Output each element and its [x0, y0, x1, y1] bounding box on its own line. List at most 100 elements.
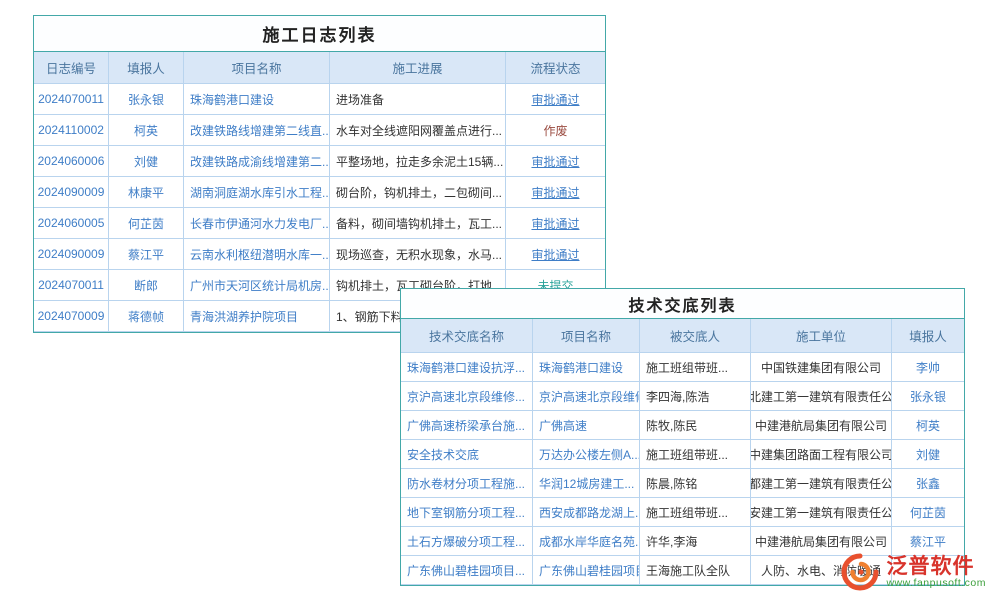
- table-cell[interactable]: 防水卷材分项工程施...: [401, 469, 533, 498]
- table-cell[interactable]: 珠海鹤港口建设抗浮...: [401, 353, 533, 382]
- table-cell[interactable]: 广州市天河区统计局机房...: [184, 270, 330, 301]
- table-cell[interactable]: 2024090009: [34, 177, 109, 208]
- fanpu-brand-url: www.fanpusoft.com: [886, 578, 986, 590]
- table-cell[interactable]: 广佛高速桥梁承台施...: [401, 411, 533, 440]
- table-cell[interactable]: 李帅: [892, 353, 964, 382]
- fanpu-watermark: 泛普软件 www.fanpusoft.com: [840, 552, 986, 592]
- table-cell[interactable]: 张鑫: [892, 469, 964, 498]
- table-cell[interactable]: 湖南洞庭湖水库引水工程...: [184, 177, 330, 208]
- column-header: 项目名称: [184, 52, 330, 84]
- table-cell: 施工班组带班...: [640, 440, 751, 469]
- fanpu-brand-block: 泛普软件 www.fanpusoft.com: [886, 555, 986, 590]
- table-row[interactable]: 2024070011张永银珠海鹤港口建设进场准备审批通过: [34, 84, 605, 115]
- column-header: 技术交底名称: [401, 319, 533, 353]
- column-header: 施工单位: [751, 319, 892, 353]
- table-cell: 河北建工第一建筑有限责任公司: [751, 382, 892, 411]
- table-row[interactable]: 2024060006刘健改建铁路成渝线增建第二...平整场地，拉走多余泥土15辆…: [34, 146, 605, 177]
- column-header: 项目名称: [533, 319, 640, 353]
- table-cell[interactable]: 2024060006: [34, 146, 109, 177]
- table-cell[interactable]: 2024060005: [34, 208, 109, 239]
- table-cell[interactable]: 张永银: [109, 84, 184, 115]
- table-cell[interactable]: 刘健: [109, 146, 184, 177]
- table-cell: 许华,李海: [640, 527, 751, 556]
- table-row[interactable]: 珠海鹤港口建设抗浮...珠海鹤港口建设施工班组带班...中国铁建集团有限公司李帅: [401, 353, 964, 382]
- table-cell: 成都建工第一建筑有限责任公司: [751, 469, 892, 498]
- table-row[interactable]: 2024090009林康平湖南洞庭湖水库引水工程...砌台阶，钩机排土，二包砌间…: [34, 177, 605, 208]
- table-cell[interactable]: 2024070009: [34, 301, 109, 332]
- table-cell: 平整场地，拉走多余泥土15辆...: [330, 146, 506, 177]
- table-cell: 中国铁建集团有限公司: [751, 353, 892, 382]
- table-cell[interactable]: 审批通过: [506, 177, 605, 208]
- column-header: 填报人: [892, 319, 964, 353]
- table-cell: 进场准备: [330, 84, 506, 115]
- column-header: 流程状态: [506, 52, 605, 84]
- table-cell[interactable]: 广东佛山碧桂园项目: [533, 556, 640, 585]
- table-cell[interactable]: 蔡江平: [109, 239, 184, 270]
- table-cell[interactable]: 西安成都路龙湖上...: [533, 498, 640, 527]
- table-row[interactable]: 京沪高速北京段维修...京沪高速北京段维修李四海,陈浩河北建工第一建筑有限责任公…: [401, 382, 964, 411]
- construction-log-window: 施工日志列表 日志编号填报人项目名称施工进展流程状态2024070011张永银珠…: [33, 15, 606, 333]
- table-cell: 陈晨,陈铭: [640, 469, 751, 498]
- column-header: 日志编号: [34, 52, 109, 84]
- table-row[interactable]: 2024110002柯英改建铁路线增建第二线直...水车对全线遮阳网覆盖点进行.…: [34, 115, 605, 146]
- table-row[interactable]: 防水卷材分项工程施...华润12城房建工...陈晨,陈铭成都建工第一建筑有限责任…: [401, 469, 964, 498]
- table-cell[interactable]: 珠海鹤港口建设: [533, 353, 640, 382]
- table-cell: 陈牧,陈民: [640, 411, 751, 440]
- table-cell[interactable]: 2024110002: [34, 115, 109, 146]
- table-cell[interactable]: 华润12城房建工...: [533, 469, 640, 498]
- table-cell: 作废: [506, 115, 605, 146]
- table-cell[interactable]: 万达办公楼左侧A...: [533, 440, 640, 469]
- table-cell[interactable]: 审批通过: [506, 239, 605, 270]
- table-cell[interactable]: 青海洪湖养护院项目: [184, 301, 330, 332]
- table-cell[interactable]: 何芷茵: [109, 208, 184, 239]
- table-cell: 水车对全线遮阳网覆盖点进行...: [330, 115, 506, 146]
- table-header-row: 日志编号填报人项目名称施工进展流程状态: [34, 52, 605, 84]
- table-cell[interactable]: 林康平: [109, 177, 184, 208]
- table-cell[interactable]: 珠海鹤港口建设: [184, 84, 330, 115]
- table-row[interactable]: 2024060005何芷茵长春市伊通河水力发电厂...备料，砌间墙钩机排土，瓦工…: [34, 208, 605, 239]
- column-header: 填报人: [109, 52, 184, 84]
- table-cell[interactable]: 2024070011: [34, 270, 109, 301]
- table-cell[interactable]: 审批通过: [506, 84, 605, 115]
- table-cell[interactable]: 京沪高速北京段维修...: [401, 382, 533, 411]
- table-cell[interactable]: 改建铁路成渝线增建第二...: [184, 146, 330, 177]
- table-cell: 中建港航局集团有限公司: [751, 411, 892, 440]
- fanpu-brand-name: 泛普软件: [886, 555, 986, 578]
- table-cell: 砌台阶，钩机排土，二包砌间...: [330, 177, 506, 208]
- table-row[interactable]: 广佛高速桥梁承台施...广佛高速陈牧,陈民中建港航局集团有限公司柯英: [401, 411, 964, 440]
- table-cell[interactable]: 土石方爆破分项工程...: [401, 527, 533, 556]
- table-cell: 施工班组带班...: [640, 498, 751, 527]
- table-cell[interactable]: 改建铁路线增建第二线直...: [184, 115, 330, 146]
- tech-disclosure-window: 技术交底列表 技术交底名称项目名称被交底人施工单位填报人珠海鹤港口建设抗浮...…: [400, 288, 965, 586]
- table-cell[interactable]: 2024090009: [34, 239, 109, 270]
- table-cell[interactable]: 审批通过: [506, 146, 605, 177]
- table-cell: 现场巡查，无积水现象，水马...: [330, 239, 506, 270]
- table-cell: 中建集团路面工程有限公司: [751, 440, 892, 469]
- table-row[interactable]: 2024090009蔡江平云南水利枢纽潜明水库一...现场巡查，无积水现象，水马…: [34, 239, 605, 270]
- table-cell[interactable]: 云南水利枢纽潜明水库一...: [184, 239, 330, 270]
- table-cell: 李四海,陈浩: [640, 382, 751, 411]
- table-cell[interactable]: 2024070011: [34, 84, 109, 115]
- tech-disclosure-titlebar[interactable]: 技术交底列表: [401, 289, 964, 319]
- table-cell[interactable]: 柯英: [892, 411, 964, 440]
- fanpu-logo-icon: [840, 552, 880, 592]
- table-cell[interactable]: 刘健: [892, 440, 964, 469]
- table-row[interactable]: 安全技术交底万达办公楼左侧A...施工班组带班...中建集团路面工程有限公司刘健: [401, 440, 964, 469]
- construction-log-titlebar[interactable]: 施工日志列表: [34, 16, 605, 52]
- table-cell[interactable]: 广东佛山碧桂园项目...: [401, 556, 533, 585]
- table-row[interactable]: 地下室钢筋分项工程...西安成都路龙湖上...施工班组带班...西安建工第一建筑…: [401, 498, 964, 527]
- table-cell: 施工班组带班...: [640, 353, 751, 382]
- table-cell[interactable]: 断郎: [109, 270, 184, 301]
- table-header-row: 技术交底名称项目名称被交底人施工单位填报人: [401, 319, 964, 353]
- table-cell[interactable]: 柯英: [109, 115, 184, 146]
- table-cell[interactable]: 广佛高速: [533, 411, 640, 440]
- table-cell[interactable]: 安全技术交底: [401, 440, 533, 469]
- table-cell[interactable]: 京沪高速北京段维修: [533, 382, 640, 411]
- table-cell[interactable]: 蒋德帧: [109, 301, 184, 332]
- table-cell[interactable]: 长春市伊通河水力发电厂...: [184, 208, 330, 239]
- table-cell[interactable]: 张永银: [892, 382, 964, 411]
- table-cell[interactable]: 成都水岸华庭名苑...: [533, 527, 640, 556]
- table-cell[interactable]: 何芷茵: [892, 498, 964, 527]
- table-cell[interactable]: 审批通过: [506, 208, 605, 239]
- table-cell[interactable]: 地下室钢筋分项工程...: [401, 498, 533, 527]
